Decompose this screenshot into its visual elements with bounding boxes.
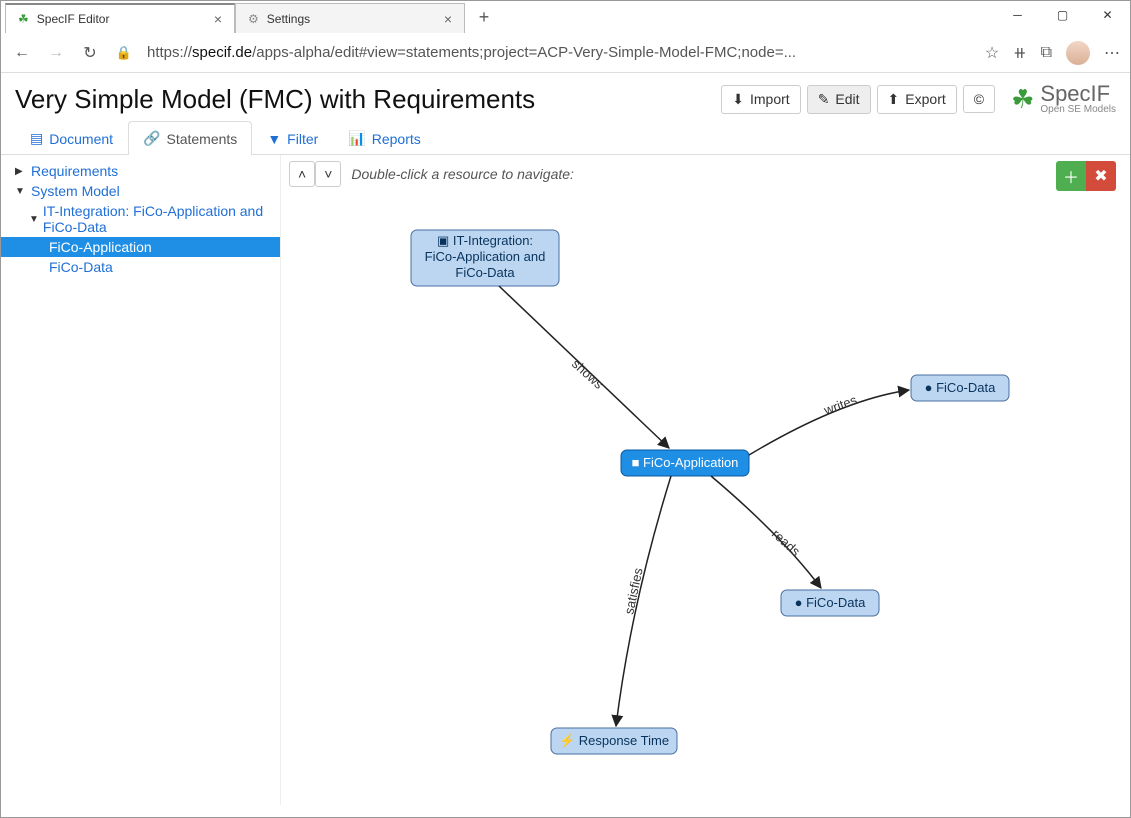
- tab-reports[interactable]: 📊 Reports: [333, 121, 435, 155]
- document-icon: ▤: [30, 130, 43, 147]
- relation-graph: ▣ IT-Integration: FiCo-Application and F…: [281, 155, 1130, 805]
- window-close-button[interactable]: ✕: [1085, 1, 1130, 29]
- about-label: ©: [974, 91, 984, 107]
- chevron-right-icon: ▶: [15, 166, 27, 177]
- tree-item-system-model[interactable]: ▼ System Model: [1, 181, 280, 201]
- about-button[interactable]: ©: [963, 85, 995, 113]
- node-label: ● FiCo-Data: [795, 595, 866, 610]
- profile-avatar[interactable]: [1066, 41, 1090, 65]
- import-icon: ⬇: [732, 91, 744, 108]
- tree-label: FiCo-Data: [49, 259, 113, 275]
- tree-item-fico-application[interactable]: FiCo-Application: [1, 237, 280, 257]
- tree-label: IT-Integration: FiCo-Application and FiC…: [43, 203, 272, 235]
- close-icon[interactable]: ×: [444, 11, 452, 27]
- chevron-down-icon: ▼: [29, 214, 39, 225]
- favorites-icon[interactable]: ⧺: [1013, 43, 1026, 63]
- edge-label: shows: [569, 356, 607, 392]
- chart-icon: 📊: [348, 130, 365, 147]
- url-prefix: https://: [147, 44, 192, 61]
- tab-label: Settings: [267, 12, 310, 26]
- import-button[interactable]: ⬇ Import: [721, 85, 800, 114]
- url-host: specif.de: [192, 44, 252, 61]
- edit-button[interactable]: ✎ Edit: [807, 85, 871, 114]
- link-icon: 🔗: [143, 130, 160, 147]
- tree-item-fico-data[interactable]: FiCo-Data: [1, 257, 280, 277]
- tree-label: FiCo-Application: [49, 239, 152, 255]
- url-field[interactable]: https://specif.de/apps-alpha/edit#view=s…: [147, 44, 973, 61]
- edit-label: Edit: [835, 91, 859, 107]
- brand-name: SpecIF: [1040, 83, 1116, 105]
- forward-button[interactable]: →: [45, 44, 67, 62]
- specif-clover-icon: ☘: [18, 12, 29, 26]
- node-label: ■ FiCo-Application: [632, 455, 739, 470]
- tree-label: System Model: [31, 183, 120, 199]
- lock-icon: 🔒: [113, 45, 135, 61]
- node-label: ● FiCo-Data: [925, 380, 996, 395]
- brand-sub: Open SE Models: [1040, 105, 1116, 115]
- more-icon[interactable]: ⋯: [1104, 43, 1120, 63]
- tree-sidebar: ▶ Requirements ▼ System Model ▼ IT-Integrat…: [1, 155, 281, 805]
- chevron-down-icon: ▼: [15, 186, 27, 197]
- node-label: FiCo-Data: [455, 265, 515, 280]
- url-path: /apps-alpha/edit#view=statements;project…: [252, 44, 796, 61]
- window-titlebar: ☘ SpecIF Editor × ⚙ Settings × + ─ ▢ ✕: [1, 1, 1130, 33]
- star-icon[interactable]: ☆: [985, 43, 999, 63]
- collections-icon[interactable]: ⧉: [1041, 44, 1052, 62]
- app-header: Very Simple Model (FMC) with Requirement…: [1, 73, 1130, 121]
- pencil-icon: ✎: [818, 91, 830, 108]
- edge-reads: [711, 476, 821, 588]
- refresh-button[interactable]: ↻: [79, 43, 101, 63]
- edge-label: writes: [821, 392, 859, 418]
- graph-canvas: ˄ ˅ Double-click a resource to navigate:…: [281, 155, 1130, 805]
- export-label: Export: [905, 91, 945, 107]
- tab-label: SpecIF Editor: [37, 12, 110, 26]
- node-label: ▣ IT-Integration:: [437, 233, 533, 248]
- edge-label: reads: [769, 526, 804, 559]
- node-label: ⚡ Response Time: [559, 733, 669, 749]
- node-label: FiCo-Application and: [425, 249, 546, 264]
- edge-writes: [749, 390, 909, 455]
- browser-tab-settings[interactable]: ⚙ Settings ×: [235, 3, 465, 33]
- window-minimize-button[interactable]: ─: [995, 1, 1040, 29]
- clover-icon: ☘: [1011, 84, 1034, 115]
- export-icon: ⬆: [888, 91, 900, 108]
- tab-filter[interactable]: ▼ Filter: [252, 121, 333, 155]
- browser-tab-specif[interactable]: ☘ SpecIF Editor ×: [5, 3, 235, 33]
- import-label: Import: [750, 91, 790, 107]
- page-title: Very Simple Model (FMC) with Requirement…: [15, 84, 535, 115]
- address-bar: ← → ↻ 🔒 https://specif.de/apps-alpha/edi…: [1, 33, 1130, 73]
- close-icon[interactable]: ×: [214, 11, 222, 27]
- tab-statements[interactable]: 🔗 Statements: [128, 121, 252, 155]
- tree-label: Requirements: [31, 163, 118, 179]
- tab-label: Statements: [166, 131, 237, 147]
- window-maximize-button[interactable]: ▢: [1040, 1, 1085, 29]
- tree-item-requirements[interactable]: ▶ Requirements: [1, 161, 280, 181]
- export-button[interactable]: ⬆ Export: [877, 85, 957, 114]
- tree-item-it-integration[interactable]: ▼ IT-Integration: FiCo-Application and Fi…: [1, 201, 280, 237]
- new-tab-button[interactable]: +: [471, 4, 497, 30]
- back-button[interactable]: ←: [11, 44, 33, 62]
- edge-label: satisfies: [621, 566, 646, 616]
- tab-label: Reports: [372, 131, 421, 147]
- tab-document[interactable]: ▤ Document: [15, 121, 128, 155]
- specif-logo: ☘ SpecIF Open SE Models: [1011, 83, 1116, 115]
- filter-icon: ▼: [267, 131, 281, 147]
- view-tabs: ▤ Document 🔗 Statements ▼ Filter 📊 Reports: [1, 121, 1130, 155]
- tab-label: Filter: [287, 131, 318, 147]
- gear-icon: ⚙: [248, 12, 259, 26]
- tab-label: Document: [49, 131, 113, 147]
